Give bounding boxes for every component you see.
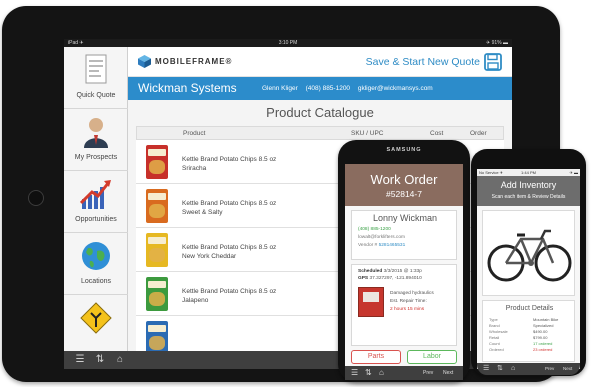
iphone-screen: No Service ✈ 1:44 PM ✈ ▬ Add Inventory S…	[477, 169, 580, 369]
sort-icon[interactable]: ⇅	[94, 354, 106, 366]
customer-card: Lonny Wickman (408) 885-1200 lowalt@fork…	[351, 210, 457, 260]
column-header-order[interactable]: Order	[470, 130, 487, 137]
column-header-product[interactable]: Product	[183, 130, 205, 137]
iphone-status-battery: ✈ ▬	[569, 170, 578, 175]
sort-icon[interactable]: ⇅	[365, 368, 372, 378]
customer-name: Lonny Wickman	[372, 213, 438, 223]
sidebar-item-label: Opportunities	[75, 216, 117, 223]
detail-row: Ordered 23 ordered	[489, 347, 553, 352]
add-inventory-header: Add Inventory Scan each item & Review De…	[477, 176, 580, 206]
equipment-photo	[358, 287, 384, 317]
column-header-sku[interactable]: SKU / UPC	[351, 130, 384, 137]
product-details-title: Product Details	[505, 305, 554, 312]
sort-icon[interactable]: ⇅	[497, 364, 503, 374]
sidebar-item-opportunities[interactable]: Opportunities	[64, 171, 128, 233]
samsung-screen: Work Order #52814-7 Lonny Wickman (408) …	[345, 164, 463, 366]
iphone-status-time: 1:44 PM	[521, 170, 536, 175]
floppy-disk-icon[interactable]	[484, 53, 502, 71]
contact-name: Glenn Kliger	[262, 85, 298, 92]
contact-phone[interactable]: (408) 885-1200	[306, 85, 350, 92]
samsung-brand-label: SAMSUNG	[386, 147, 422, 153]
ipad-status-bar: iPad ✈ 3:10 PM ✈ 91% ▬	[64, 39, 512, 47]
app-header: MOBILEFRAME® Save & Start New Quote	[128, 47, 512, 77]
product-details-card: Product Details Type Mountain Bike Brand S…	[482, 300, 575, 362]
sidebar-item-locations[interactable]: Locations	[64, 233, 128, 295]
sidebar-item-my-prospects[interactable]: My Prospects	[64, 109, 128, 171]
document-icon	[85, 54, 107, 84]
list-icon[interactable]: ☰	[74, 354, 86, 366]
next-button[interactable]: Next	[443, 370, 453, 376]
sidebar-item-quick-quote[interactable]: Quick Quote	[64, 47, 128, 109]
next-button[interactable]: Next	[563, 366, 572, 371]
app-logo: MOBILEFRAME®	[155, 57, 233, 66]
repair-time: 2 hours 15 mins	[390, 307, 425, 312]
product-name: Kettle Brand Potato Chips 8.5 oz Jalapeno	[182, 288, 277, 304]
column-header-cost[interactable]: Cost	[430, 130, 443, 137]
mobileframe-logo-icon	[138, 55, 151, 68]
home-icon[interactable]: ⌂	[511, 364, 515, 374]
product-thumbnail	[146, 145, 168, 179]
add-inventory-title: Add Inventory	[500, 180, 557, 190]
sidebar-item-label: Locations	[81, 278, 111, 285]
ipad-status-battery: ✈ 91% ▬	[486, 40, 508, 46]
issue-text: Damaged hydraulics	[390, 291, 434, 296]
product-name: Kettle Brand Potato Chips 8.5 oz Sweet & …	[182, 200, 277, 216]
list-icon[interactable]: ☰	[483, 364, 489, 374]
add-inventory-subtitle: Scan each item & Review Details	[491, 194, 566, 200]
product-thumbnail	[146, 189, 168, 223]
detail-row: Wholesale $490.00	[489, 329, 548, 334]
product-thumbnail	[146, 277, 168, 311]
iphone-bottom-toolbar: ☰ ⇅ ⌂ Prev Next	[477, 363, 580, 375]
product-name: Kettle Brand Potato Chips 8.5 oz Sriracha	[182, 156, 277, 172]
growth-chart-icon	[80, 180, 111, 209]
sidebar: Quick Quote My Prospects Opportunities L…	[64, 47, 128, 351]
ipad-status-time: 3:10 PM	[278, 40, 298, 46]
table-header: Product SKU / UPC Cost Order	[136, 126, 504, 140]
parts-button[interactable]: Parts	[351, 350, 401, 364]
vendor-number: Vendor # 5281465531	[358, 243, 406, 248]
detail-row: Type Mountain Bike	[489, 317, 559, 322]
sidebar-item-label: Quick Quote	[76, 92, 116, 99]
samsung-phone: SAMSUNG Work Order #52814-7 Lonny Wickma…	[338, 140, 470, 382]
product-thumbnail	[146, 321, 168, 351]
product-photo-card[interactable]	[482, 210, 575, 296]
customer-email[interactable]: lowalt@forklifters.com	[358, 235, 405, 240]
save-start-new-quote-link[interactable]: Save & Start New Quote	[366, 56, 480, 68]
samsung-bottom-toolbar: ☰ ⇅ ⌂ Prev Next	[345, 366, 463, 380]
customer-phone[interactable]: (408) 885-1200	[358, 227, 391, 232]
work-order-number: #52814-7	[386, 189, 422, 199]
ipad-home-button[interactable]	[28, 190, 44, 206]
road-sign-icon	[80, 302, 112, 334]
prev-button[interactable]: Prev	[423, 370, 433, 376]
scheduled-line: Scheduled 3/3/2015 @ 1:33p	[358, 269, 422, 274]
list-icon[interactable]: ☰	[351, 368, 358, 378]
product-thumbnail	[146, 233, 168, 267]
product-name: Kettle Brand Potato Chips 8.5 oz New York…	[182, 244, 277, 260]
customer-contact: Glenn Kliger (408) 885-1200 gkliger@wick…	[262, 85, 439, 92]
sidebar-item-label: My Prospects	[74, 154, 118, 161]
sidebar-item-directions[interactable]	[64, 295, 128, 357]
contact-email[interactable]: gkliger@wickmansys.com	[358, 85, 433, 92]
page-title: Product Catalogue	[266, 105, 374, 120]
schedule-card: Scheduled 3/3/2015 @ 1:33p GPS 37.327297…	[351, 264, 457, 346]
prev-button[interactable]: Prev	[545, 366, 554, 371]
bicycle-icon	[487, 229, 572, 282]
work-order-title: Work Order	[370, 172, 438, 187]
home-icon[interactable]: ⌂	[379, 368, 384, 378]
company-name: Wickman Systems	[138, 81, 237, 95]
work-order-header: Work Order #52814-7	[345, 164, 463, 206]
detail-row: Count 17 ordered	[489, 341, 553, 346]
person-icon	[84, 118, 108, 148]
detail-row: Brand Specialized	[489, 323, 554, 328]
est-repair-label: Est. Repair Time:	[390, 299, 427, 304]
iphone-status-bar: No Service ✈ 1:44 PM ✈ ▬	[477, 169, 580, 176]
customer-banner: Wickman Systems Glenn Kliger (408) 885-1…	[128, 77, 512, 100]
marketing-composite: iPad ✈ 3:10 PM ✈ 91% ▬ Quick Quote My Pr…	[0, 0, 592, 387]
home-icon[interactable]: ⌂	[114, 354, 126, 366]
gps-line: GPS 37.327297, -121.894010	[358, 276, 422, 281]
labor-button[interactable]: Labor	[407, 350, 457, 364]
detail-row: Retail $799.00	[489, 335, 548, 340]
iphone-device: No Service ✈ 1:44 PM ✈ ▬ Add Inventory S…	[471, 149, 586, 376]
globe-icon	[82, 242, 110, 270]
